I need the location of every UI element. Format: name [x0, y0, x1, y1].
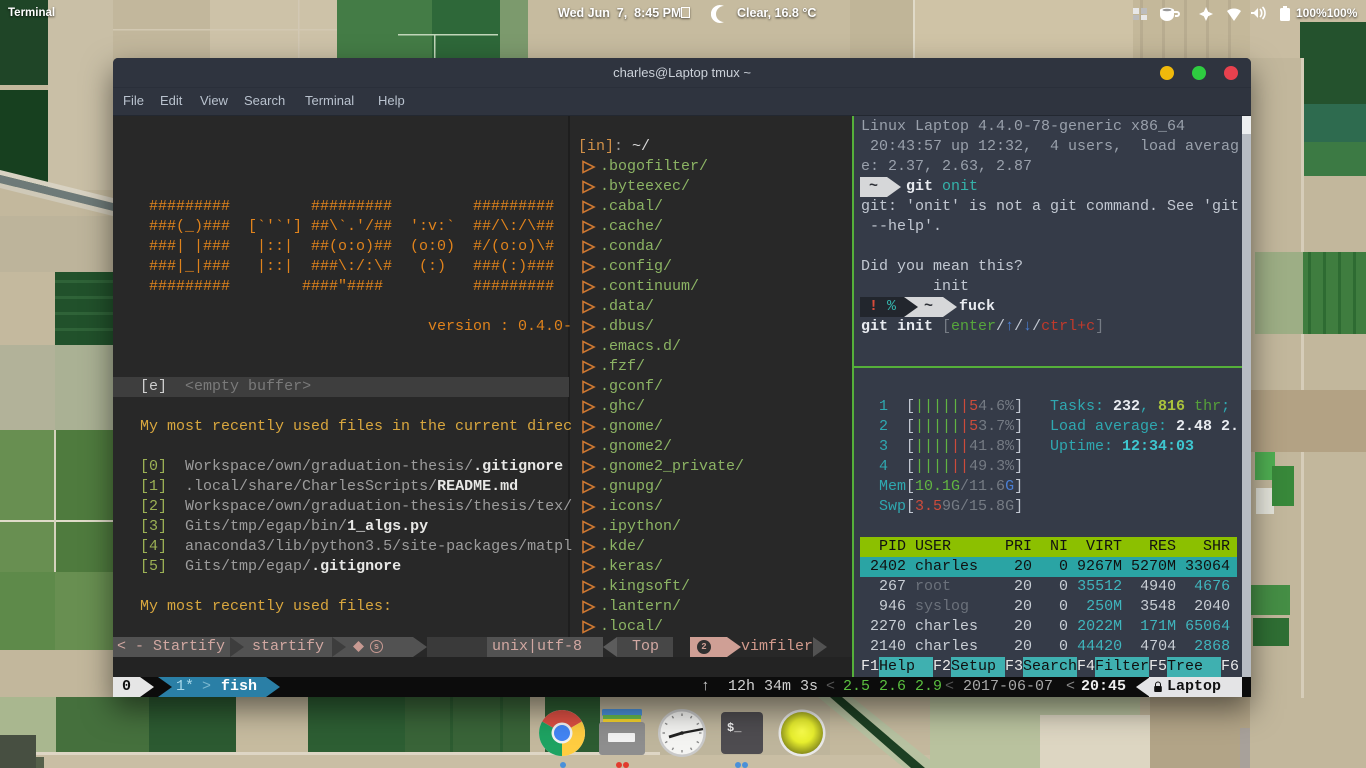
svg-text:$_: $_ [727, 721, 742, 735]
